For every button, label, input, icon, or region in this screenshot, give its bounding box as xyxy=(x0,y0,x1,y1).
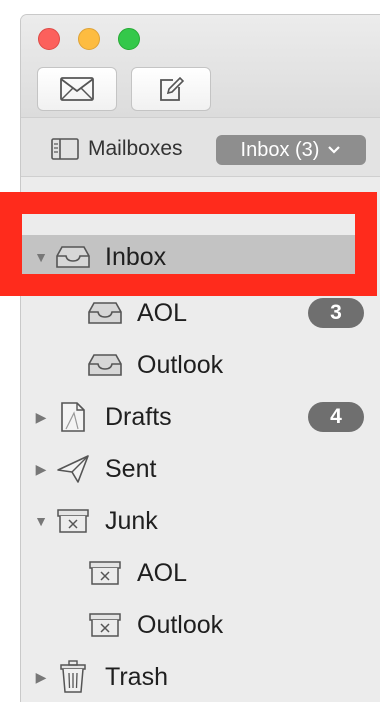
mail-window: Mailboxes Inbox (3) Mailboxes ▼ Inbox AO… xyxy=(20,14,380,702)
drafts-count-badge: 4 xyxy=(308,402,364,432)
envelope-icon xyxy=(60,77,94,101)
trash-can-icon xyxy=(55,660,91,693)
sidebar-item-label: Drafts xyxy=(105,402,172,431)
sidebar-item-label: Junk xyxy=(105,506,158,535)
paper-plane-icon xyxy=(55,454,91,484)
unread-count-badge: 3 xyxy=(308,298,364,328)
sidebar-item-label: AOL xyxy=(137,558,188,587)
close-window-button[interactable] xyxy=(38,28,60,50)
sidebar-item-label: Outlook xyxy=(137,610,224,639)
title-bar xyxy=(21,15,380,117)
sidebar-item-junk-outlook[interactable]: Outlook xyxy=(21,599,380,651)
sidebar-item-trash[interactable]: ▶ Trash xyxy=(21,651,380,702)
chevron-down-icon xyxy=(328,146,341,154)
sidebar-item-label: Outlook xyxy=(137,350,224,379)
junk-box-icon xyxy=(87,610,123,640)
inbox-tray-icon xyxy=(87,350,123,380)
sidebar-item-label: Sent xyxy=(105,454,157,483)
disclosure-collapsed-icon[interactable]: ▶ xyxy=(34,669,48,685)
compose-icon xyxy=(160,76,185,101)
minimize-window-button[interactable] xyxy=(78,28,100,50)
mailboxes-toggle-button[interactable]: Mailboxes xyxy=(51,135,183,163)
get-mail-button[interactable] xyxy=(37,67,117,111)
junk-box-icon xyxy=(55,506,91,536)
disclosure-expanded-icon[interactable]: ▼ xyxy=(34,513,48,529)
sidebar-item-drafts[interactable]: ▶ Drafts 4 xyxy=(21,391,380,443)
sidebar-item-junk-aol[interactable]: AOL xyxy=(21,547,380,599)
disclosure-collapsed-icon[interactable]: ▶ xyxy=(34,409,48,425)
mailboxes-label: Mailboxes xyxy=(88,137,183,160)
disclosure-collapsed-icon[interactable]: ▶ xyxy=(34,461,48,477)
sidebar-item-sent[interactable]: ▶ Sent xyxy=(21,443,380,495)
compose-button[interactable] xyxy=(131,67,211,111)
sidebar-item-inbox-outlook[interactable]: Outlook xyxy=(21,339,380,391)
sidebar-item-junk[interactable]: ▼ Junk xyxy=(21,495,380,547)
inbox-favorite-button[interactable]: Inbox (3) xyxy=(216,135,366,165)
drafts-page-icon xyxy=(55,402,91,432)
favorites-bar: Mailboxes Inbox (3) xyxy=(21,117,380,177)
sidebar-item-label: Trash xyxy=(105,662,168,691)
inbox-tray-icon xyxy=(87,298,123,328)
sidebar-icon xyxy=(51,138,79,160)
highlight-annotation-frame xyxy=(0,192,377,296)
sidebar-item-label: AOL xyxy=(137,298,188,327)
junk-box-icon xyxy=(87,558,123,588)
zoom-window-button[interactable] xyxy=(118,28,140,50)
inbox-favorite-label: Inbox (3) xyxy=(240,138,320,161)
